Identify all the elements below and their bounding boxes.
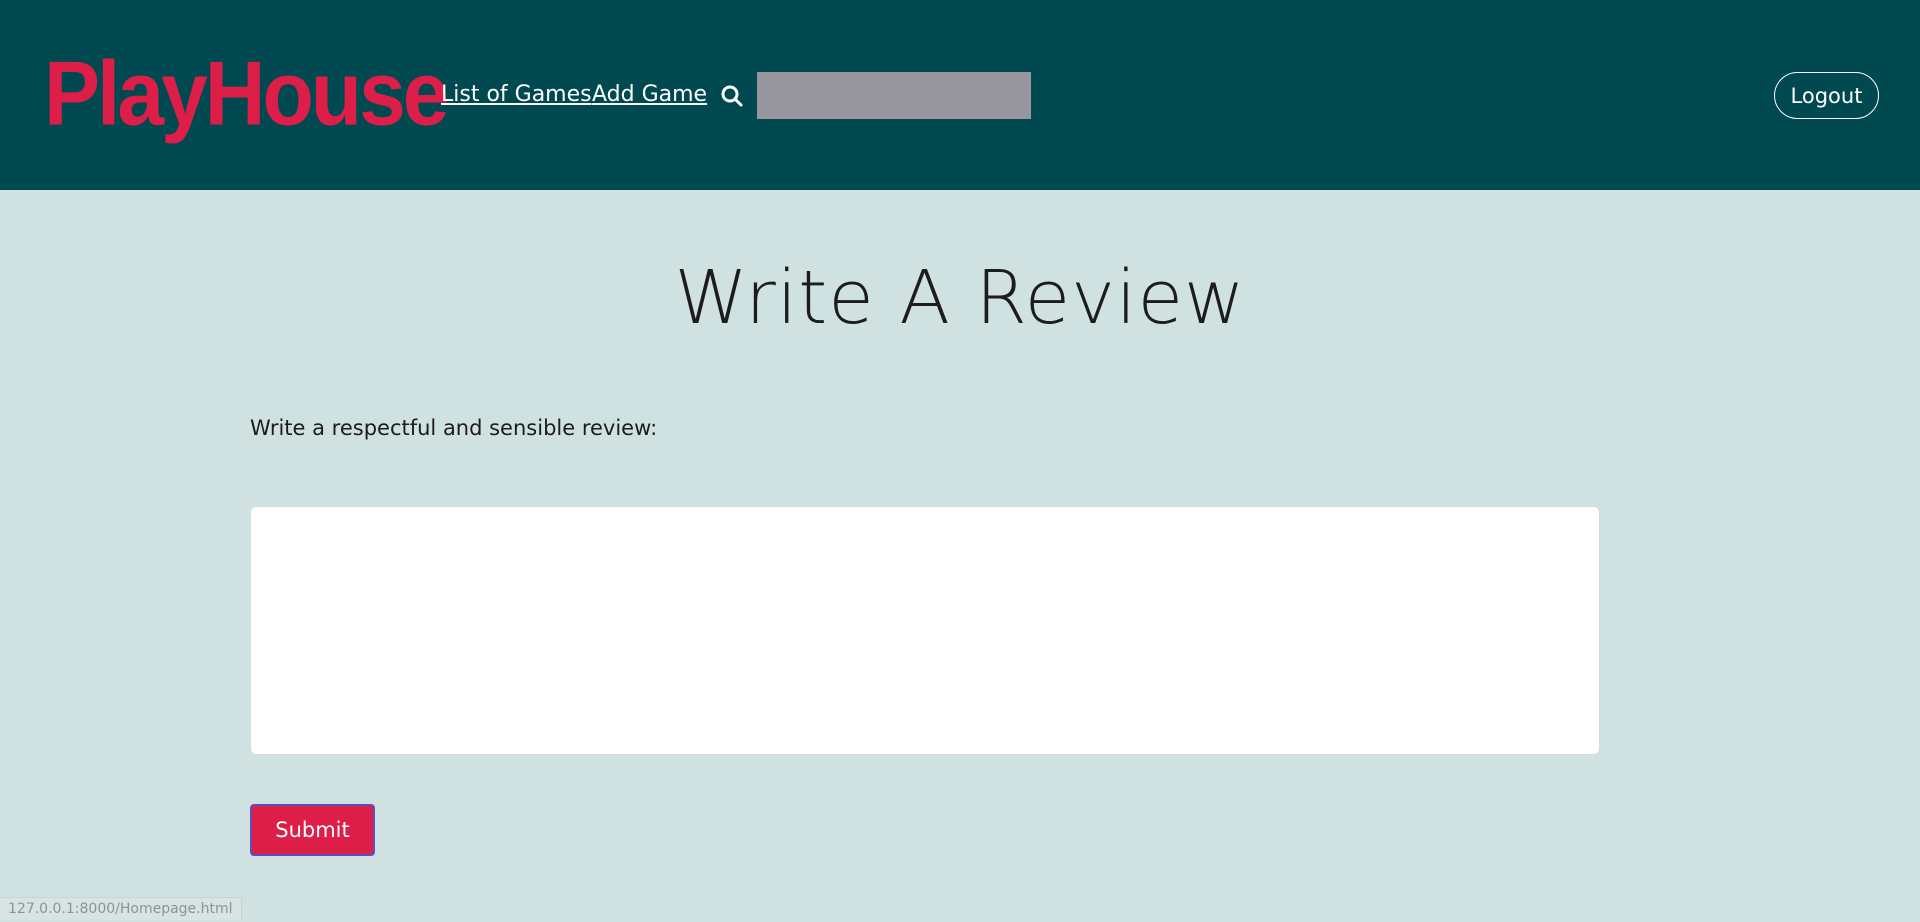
search-input[interactable] [757, 72, 1031, 119]
review-instruction-label: Write a respectful and sensible review: [250, 416, 658, 440]
logout-button[interactable]: Logout [1774, 72, 1879, 119]
site-header: PlayHouse List of Games Add Game Logout [0, 0, 1920, 190]
search-icon[interactable] [720, 84, 744, 108]
nav-list-of-games-link[interactable]: List of Games [441, 82, 592, 107]
review-textarea[interactable] [250, 506, 1600, 755]
submit-button[interactable]: Submit [250, 804, 375, 856]
playhouse-logo[interactable]: PlayHouse [44, 48, 450, 139]
nav-add-game-link[interactable]: Add Game [592, 82, 707, 107]
page-title: Write A Review [674, 255, 1246, 341]
status-bar-url: 127.0.0.1:8000/Homepage.html [0, 897, 242, 920]
